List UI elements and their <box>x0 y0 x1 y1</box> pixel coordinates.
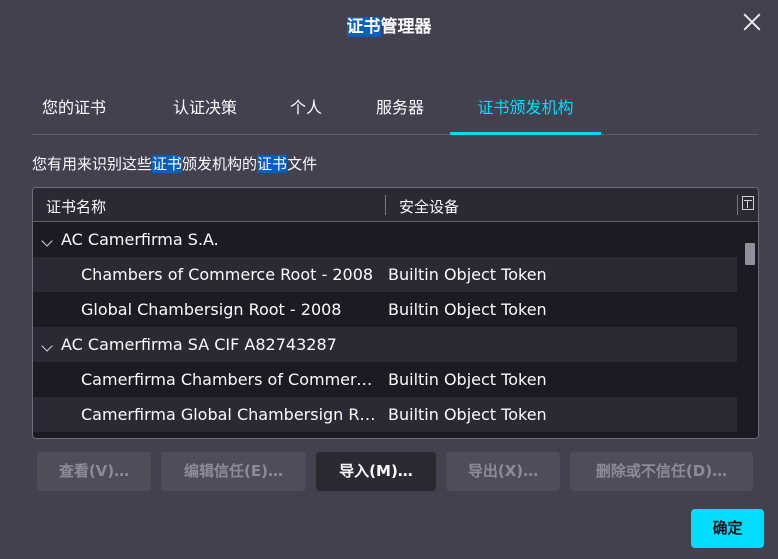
title-rest: 管理器 <box>380 17 432 37</box>
desc-text-1: 您有用来识别这些 <box>32 155 153 173</box>
tab-authorities[interactable]: 证书颁发机构 <box>450 88 601 135</box>
desc-text-3: 文件 <box>287 155 318 173</box>
column-splitter[interactable] <box>385 195 386 215</box>
security-device-cell: Builtin Object Token <box>388 265 547 284</box>
column-picker-icon[interactable] <box>742 196 754 210</box>
tab-your-certificates[interactable]: 您的证书 <box>32 88 116 134</box>
import-button[interactable]: 导入(M)… <box>316 452 436 491</box>
cert-name-cell: Global Chambersign Root - 2008 <box>81 300 342 319</box>
certificate-tree[interactable]: 证书名称 安全设备 AC Camerfirma S.A. Chambers of… <box>32 187 759 439</box>
vertical-scrollbar[interactable] <box>738 222 758 438</box>
tree-header: 证书名称 安全设备 <box>33 188 758 222</box>
tree-item-row[interactable]: Camerfirma Chambers of Commerc… Builtin … <box>33 362 737 397</box>
tree-item-row[interactable]: Camerfirma Global Chambersign R… Builtin… <box>33 397 737 432</box>
cert-name-cell: Camerfirma Global Chambersign R… <box>81 405 376 424</box>
chevron-down-icon[interactable] <box>41 235 53 247</box>
delete-or-distrust-button[interactable]: 删除或不信任(D)… <box>570 452 753 491</box>
view-button[interactable]: 查看(V)… <box>37 452 151 491</box>
cert-name-cell: Chambers of Commerce Root - 2008 <box>81 265 374 284</box>
column-header-cert-name[interactable]: 证书名称 <box>46 196 106 217</box>
title-highlight: 证书 <box>346 17 381 37</box>
group-name: AC Camerfirma SA CIF A82743287 <box>61 335 337 354</box>
dialog-title: 证书管理器 <box>0 12 778 37</box>
close-icon[interactable] <box>740 10 764 34</box>
desc-text-2: 颁发机构的 <box>182 155 258 173</box>
tree-item-row[interactable]: Global Chambersign Root - 2008 Builtin O… <box>33 292 737 327</box>
tree-group-row[interactable]: AC Camerfirma S.A. <box>33 222 737 257</box>
tree-group-row[interactable]: AC Camerfirma SA CIF A82743287 <box>33 327 737 362</box>
group-name: AC Camerfirma S.A. <box>61 230 219 249</box>
security-device-cell: Builtin Object Token <box>388 300 547 319</box>
tab-people[interactable]: 个人 <box>280 88 332 134</box>
ok-button[interactable]: 确定 <box>691 509 764 548</box>
authorities-description: 您有用来识别这些证书颁发机构的证书文件 <box>32 153 317 174</box>
column-header-security-device[interactable]: 安全设备 <box>399 196 459 217</box>
scrollbar-thumb[interactable] <box>745 243 755 265</box>
cert-name-cell: Camerfirma Chambers of Commerc… <box>81 370 377 389</box>
edit-trust-button[interactable]: 编辑信任(E)… <box>161 452 306 491</box>
column-splitter[interactable] <box>737 195 738 215</box>
tree-item-row[interactable]: Chambers of Commerce Root - 2008 Builtin… <box>33 257 737 292</box>
tab-authentication-decisions[interactable]: 认证决策 <box>162 88 248 134</box>
chevron-down-icon[interactable] <box>41 340 53 352</box>
desc-highlight-1: 证书 <box>152 155 183 173</box>
security-device-cell: Builtin Object Token <box>388 405 547 424</box>
title-bar: 证书管理器 <box>0 0 778 46</box>
export-button[interactable]: 导出(X)… <box>446 452 560 491</box>
tab-bar: 您的证书 认证决策 个人 服务器 证书颁发机构 <box>32 88 758 135</box>
security-device-cell: Builtin Object Token <box>388 370 547 389</box>
desc-highlight-2: 证书 <box>257 155 288 173</box>
tab-servers[interactable]: 服务器 <box>364 88 436 134</box>
